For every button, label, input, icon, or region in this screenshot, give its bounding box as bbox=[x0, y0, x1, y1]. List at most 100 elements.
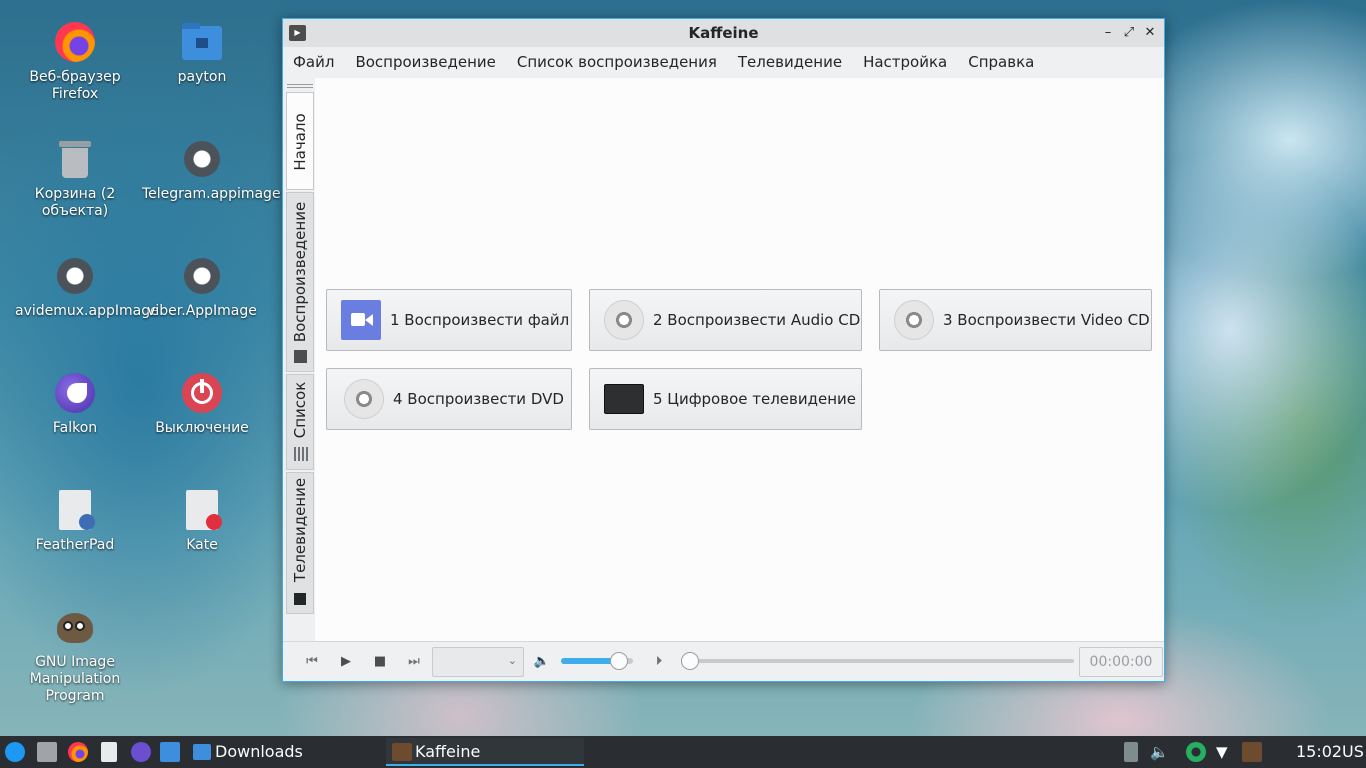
falkon-icon bbox=[53, 371, 97, 415]
menu-playback[interactable]: Воспроизведение bbox=[355, 53, 495, 71]
menu-television[interactable]: Телевидение bbox=[738, 53, 842, 71]
lubuntu-menu-icon[interactable] bbox=[5, 742, 25, 762]
kaffeine-window: ▶ Kaffeine – ⤢ ✕ Файл Воспроизведение Сп… bbox=[282, 18, 1165, 682]
seek-slider[interactable] bbox=[681, 652, 1074, 670]
cd-icon bbox=[604, 300, 644, 340]
desktop-icon-falkon[interactable]: Falkon bbox=[15, 371, 135, 437]
desktop-icon-label: Выключение bbox=[155, 420, 249, 436]
previous-icon[interactable]: ⏮ bbox=[302, 652, 322, 672]
menubar: Файл Воспроизведение Список воспроизведе… bbox=[283, 47, 1164, 77]
desktop-icon-label: Telegram.appimage bbox=[142, 186, 281, 202]
desktop-icon-trash[interactable]: Корзина (2 объекта) bbox=[15, 137, 135, 220]
gear-icon bbox=[180, 254, 224, 298]
gear-icon bbox=[53, 254, 97, 298]
play-audio-cd-label: 2 Воспроизвести Audio CD bbox=[653, 311, 861, 329]
power-icon bbox=[180, 371, 224, 415]
side-tabs: Начало Воспроизведение Список Телевидени… bbox=[283, 78, 315, 641]
play-circle-icon[interactable]: ⏵ bbox=[649, 652, 669, 672]
play-audio-cd-button[interactable]: 2 Воспроизвести Audio CD bbox=[589, 289, 862, 351]
maximize-icon[interactable]: ⤢ bbox=[1119, 23, 1139, 43]
window-titlebar[interactable]: ▶ Kaffeine – ⤢ ✕ bbox=[283, 19, 1164, 47]
desktop-icon-shutdown[interactable]: Выключение bbox=[142, 371, 262, 437]
falkon-icon[interactable] bbox=[131, 742, 151, 762]
video-camera-icon bbox=[341, 300, 381, 340]
desktop-icon-firefox[interactable]: Веб-браузер Firefox bbox=[15, 20, 135, 103]
tv-icon bbox=[294, 593, 306, 605]
file-manager-icon[interactable] bbox=[37, 742, 57, 762]
tab-start-label: Начало bbox=[291, 113, 309, 171]
play-file-button[interactable]: 1 Воспроизвести файл bbox=[326, 289, 572, 351]
folder-icon[interactable] bbox=[193, 744, 211, 760]
taskbar-kaffeine-label: Kaffeine bbox=[415, 742, 481, 761]
volume-icon[interactable]: 🔈 bbox=[1150, 742, 1169, 762]
menu-settings[interactable]: Настройка bbox=[863, 53, 947, 71]
tab-television[interactable]: Телевидение bbox=[286, 472, 314, 614]
start-panel: 1 Воспроизвести файл 2 Воспроизвести Aud… bbox=[315, 78, 1164, 641]
seek-handle[interactable] bbox=[681, 652, 699, 670]
volume-slider[interactable] bbox=[561, 652, 633, 670]
digital-tv-button[interactable]: 5 Цифровое телевидение bbox=[589, 368, 862, 430]
network-status-icon[interactable] bbox=[1186, 742, 1206, 762]
desktop-icon-label: GNU Image Manipulation Program bbox=[29, 654, 121, 704]
desktop-icon[interactable] bbox=[160, 742, 180, 762]
desktop-icon-viber[interactable]: viber.AppImage bbox=[142, 254, 262, 320]
desktop-icon-telegram[interactable]: Telegram.appimage bbox=[142, 137, 281, 203]
trash-icon bbox=[53, 137, 97, 181]
kaffeine-tray-icon[interactable] bbox=[1242, 742, 1262, 762]
desktop-icon-kate[interactable]: Kate bbox=[142, 488, 262, 554]
close-icon[interactable]: ✕ bbox=[1140, 23, 1160, 43]
desktop-icon-label: viber.AppImage bbox=[147, 303, 257, 319]
playlist-icon bbox=[294, 447, 308, 461]
tv-icon bbox=[604, 384, 644, 414]
kaffeine-app-icon[interactable]: ▶ bbox=[289, 25, 306, 41]
playback-controls: ⏮ ▶ ■ ⏭ ⌄ 🔈 ⏵ 00:00:00 bbox=[283, 641, 1164, 681]
desktop-icon-label: FeatherPad bbox=[35, 537, 115, 553]
desktop-icon-featherpad[interactable]: FeatherPad bbox=[15, 488, 135, 554]
desktop-icon-label: Falkon bbox=[52, 420, 98, 436]
taskbar: Downloads Kaffeine 🔈 ▼ 15:02 US bbox=[0, 736, 1366, 768]
menu-help[interactable]: Справка bbox=[968, 53, 1034, 71]
desktop-icon-label: payton bbox=[177, 69, 227, 85]
text-editor-icon bbox=[53, 488, 97, 532]
desktop-icon-payton[interactable]: payton bbox=[142, 20, 262, 86]
menu-playlist[interactable]: Список воспроизведения bbox=[517, 53, 717, 71]
gear-icon bbox=[180, 137, 224, 181]
minimize-icon[interactable]: – bbox=[1098, 23, 1118, 43]
menu-file[interactable]: Файл bbox=[293, 53, 334, 71]
taskbar-downloads[interactable]: Downloads bbox=[215, 742, 303, 762]
battery-icon[interactable] bbox=[1124, 742, 1138, 762]
media-select[interactable]: ⌄ bbox=[432, 647, 524, 677]
keyboard-layout[interactable]: US bbox=[1342, 742, 1364, 762]
tab-playlist-label: Список bbox=[291, 381, 309, 439]
wifi-icon[interactable]: ▼ bbox=[1216, 742, 1228, 762]
volume-handle[interactable] bbox=[609, 652, 628, 670]
tab-playlist[interactable]: Список bbox=[286, 374, 314, 470]
cd-icon bbox=[894, 300, 934, 340]
desktop-icon-gimp[interactable]: GNU Image Manipulation Program bbox=[15, 605, 135, 705]
folder-home-icon bbox=[180, 20, 224, 64]
tab-playback[interactable]: Воспроизведение bbox=[286, 192, 314, 372]
firefox-icon bbox=[53, 20, 97, 64]
text-editor-icon bbox=[180, 488, 224, 532]
window-title: Kaffeine bbox=[688, 24, 759, 42]
play-video-cd-button[interactable]: 3 Воспроизвести Video CD bbox=[879, 289, 1152, 351]
firefox-icon[interactable] bbox=[68, 742, 88, 762]
playback-icon bbox=[294, 350, 307, 363]
clock[interactable]: 15:02 bbox=[1296, 742, 1342, 762]
desktop-icon-label: avidemux.appImage bbox=[15, 303, 159, 319]
dvd-icon bbox=[344, 379, 384, 419]
stop-icon[interactable]: ■ bbox=[370, 652, 390, 672]
next-icon[interactable]: ⏭ bbox=[404, 652, 424, 672]
desktop-icon-label: Корзина (2 объекта) bbox=[34, 186, 116, 219]
desktop-icon-label: Веб-браузер Firefox bbox=[29, 69, 121, 102]
volume-icon[interactable]: 🔈 bbox=[532, 652, 552, 672]
taskbar-kaffeine-task[interactable]: Kaffeine bbox=[386, 738, 584, 766]
chevron-down-icon: ⌄ bbox=[507, 654, 517, 667]
play-icon[interactable]: ▶ bbox=[336, 652, 356, 672]
play-dvd-button[interactable]: 4 Воспроизвести DVD bbox=[326, 368, 572, 430]
tab-start[interactable]: Начало bbox=[286, 92, 314, 190]
desktop-icon-avidemux[interactable]: avidemux.appImage bbox=[15, 254, 159, 320]
text-editor-icon[interactable] bbox=[101, 742, 117, 762]
kaffeine-icon bbox=[392, 743, 412, 761]
play-video-cd-label: 3 Воспроизвести Video CD bbox=[943, 311, 1150, 329]
